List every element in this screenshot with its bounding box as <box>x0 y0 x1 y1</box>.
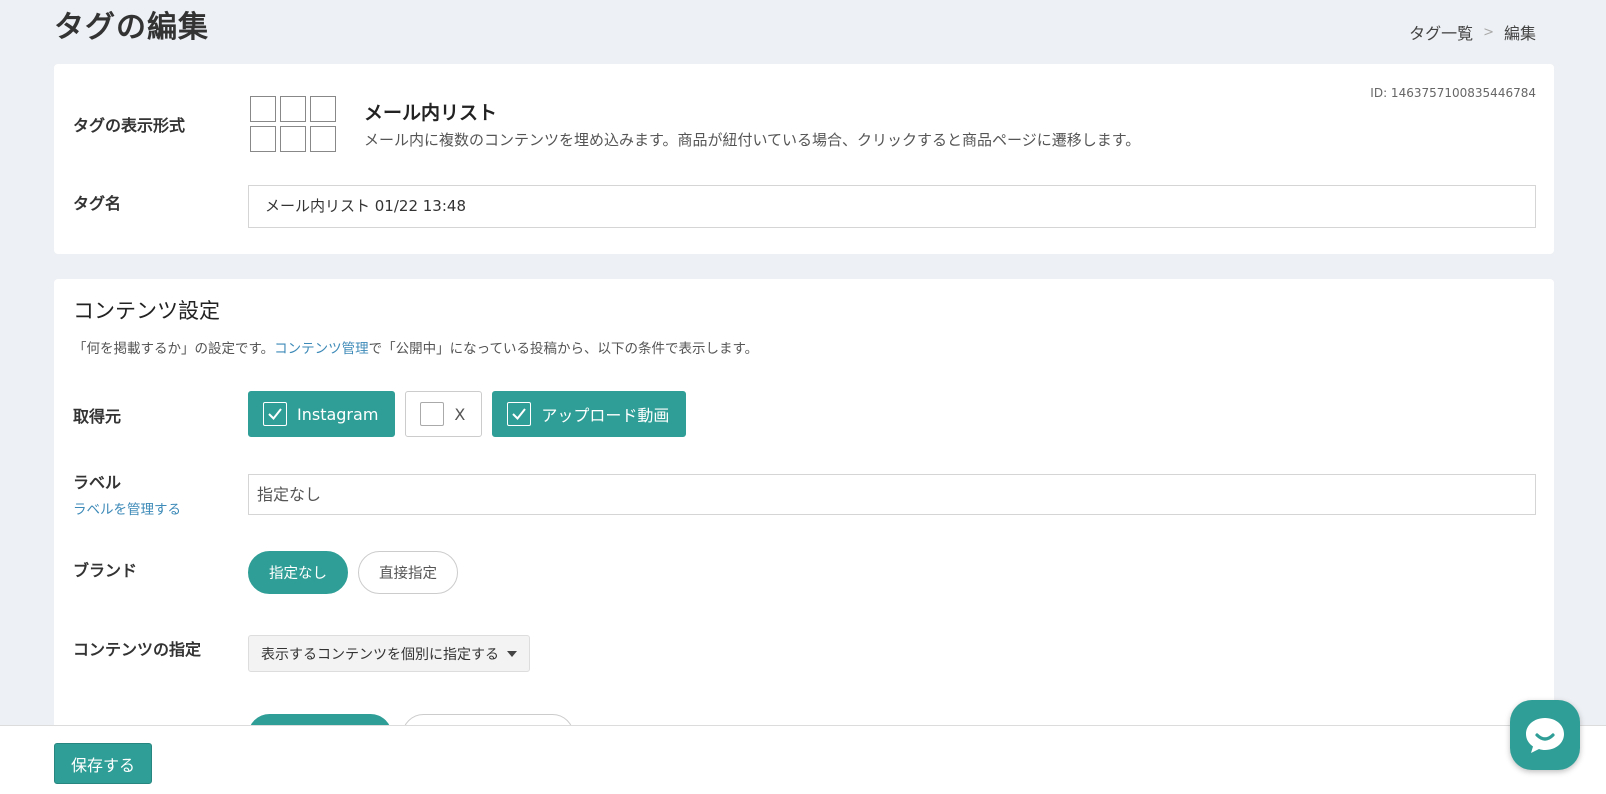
content-settings-card: コンテンツ設定 「何を掲載するか」の設定です。コンテンツ管理で「公開中」になって… <box>54 279 1554 794</box>
source-label-text: X <box>454 404 466 424</box>
caret-down-icon <box>507 650 517 657</box>
format-title: メール内リスト <box>364 102 498 124</box>
checkbox-unchecked-icon <box>420 402 445 426</box>
chat-icon[interactable] <box>1510 700 1580 770</box>
label-select-input[interactable]: 指定なし <box>248 474 1536 515</box>
content-management-link[interactable]: コンテンツ管理 <box>274 341 369 357</box>
brand-none-button[interactable]: 指定なし <box>248 551 348 594</box>
section-title: コンテンツ設定 <box>73 299 220 323</box>
tag-name-label: タグ名 <box>73 194 122 213</box>
source-buttons: Instagram X アップロード動画 <box>248 391 687 437</box>
breadcrumb-current: 編集 <box>1503 24 1536 43</box>
save-button[interactable]: 保存する <box>54 743 153 784</box>
brand-direct-button[interactable]: 直接指定 <box>358 551 458 594</box>
format-label: タグの表示形式 <box>73 116 186 135</box>
label-label: ラベル <box>73 473 122 492</box>
source-x-button[interactable]: X <box>405 391 483 437</box>
source-label: 取得元 <box>73 407 122 426</box>
brand-label: ブランド <box>73 561 138 580</box>
format-description: メール内に複数のコンテンツを埋め込みます。商品が紐付いている場合、クリックすると… <box>364 131 1141 149</box>
source-label-text: アップロード動画 <box>541 406 670 425</box>
tag-name-input[interactable]: メール内リスト 01/22 13:48 <box>248 185 1536 228</box>
label-manage-link[interactable]: ラベルを管理する <box>73 498 181 518</box>
checkbox-checked-icon <box>507 402 532 426</box>
tag-id-label: ID: 1463757100835446784 <box>1370 86 1536 100</box>
page-header: タグの編集 タグ一覧 > 編集 <box>54 8 1536 52</box>
desc-before: 「何を掲載するか」の設定です。 <box>73 341 275 357</box>
brand-options: 指定なし 直接指定 <box>248 551 458 594</box>
grid-icon <box>250 96 338 154</box>
checkbox-checked-icon <box>263 402 287 426</box>
tag-info-card: ID: 1463757100835446784 タグの表示形式 メール内リスト … <box>54 64 1554 254</box>
content-spec-value: 表示するコンテンツを個別に指定する <box>261 646 499 663</box>
content-spec-label: コンテンツの指定 <box>73 640 202 659</box>
breadcrumb-parent-link[interactable]: タグ一覧 <box>1409 20 1473 44</box>
breadcrumb-separator: > <box>1483 24 1494 40</box>
desc-after: で「公開中」になっている投稿から、以下の条件で表示します。 <box>368 341 759 357</box>
footer-bar: 保存する <box>0 725 1606 794</box>
section-description: 「何を掲載するか」の設定です。コンテンツ管理で「公開中」になっている投稿から、以… <box>73 337 758 357</box>
source-instagram-button[interactable]: Instagram <box>248 391 396 437</box>
source-upload-video-button[interactable]: アップロード動画 <box>492 391 687 437</box>
breadcrumb: タグ一覧 > 編集 <box>1409 20 1536 44</box>
content-spec-dropdown[interactable]: 表示するコンテンツを個別に指定する <box>248 635 530 672</box>
source-label-text: Instagram <box>297 404 379 424</box>
page-title: タグの編集 <box>54 10 209 45</box>
